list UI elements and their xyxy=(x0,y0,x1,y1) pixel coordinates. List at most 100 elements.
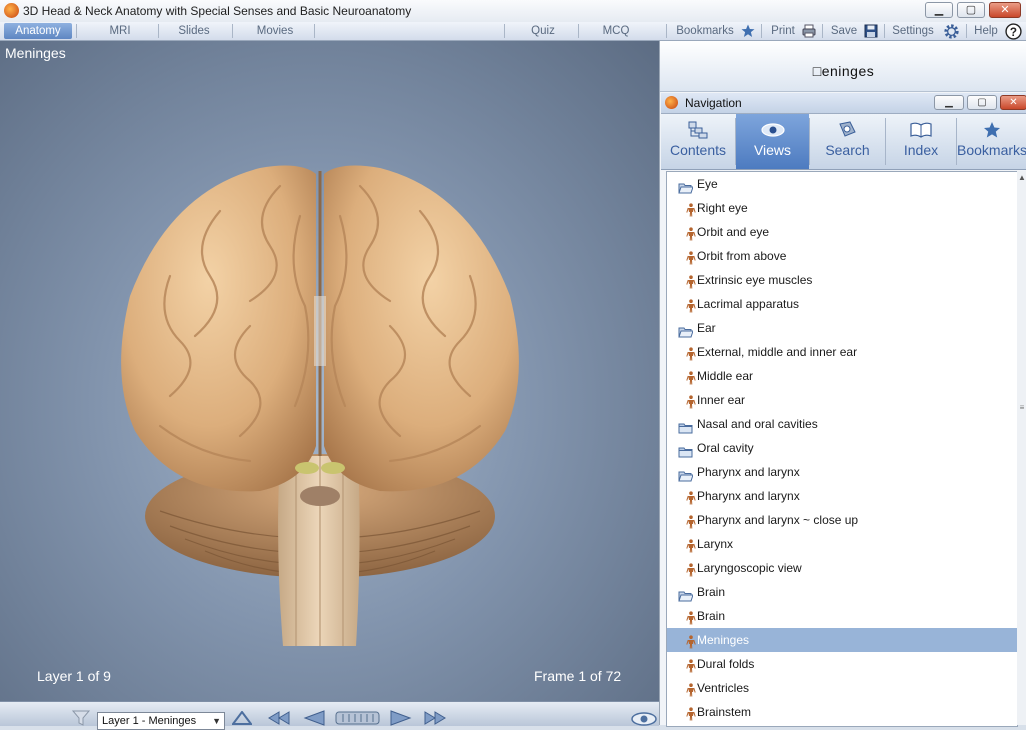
list-item-label: Brain xyxy=(697,585,726,599)
figure-icon xyxy=(686,561,696,577)
view-header-title: □eninges xyxy=(812,63,875,79)
tab-slides[interactable]: Slides xyxy=(160,23,228,39)
playback-toolbar: Layer 1 - Meninges ▼ xyxy=(0,701,659,730)
filter-icon[interactable] xyxy=(72,710,90,726)
figure-icon xyxy=(686,705,696,721)
tab-movies[interactable]: Movies xyxy=(240,23,310,39)
folder-item[interactable]: Brain xyxy=(667,580,1017,604)
book-icon xyxy=(910,122,932,138)
fast-forward-icon[interactable] xyxy=(424,711,446,725)
view-item[interactable]: Right eye xyxy=(667,196,1017,220)
view-item[interactable]: Pharynx and larynx xyxy=(667,484,1017,508)
figure-icon xyxy=(686,225,696,241)
figure-icon xyxy=(686,513,696,529)
list-item-label: Laryngoscopic view xyxy=(697,561,802,575)
tab-views-label: Views xyxy=(753,142,792,158)
window-titlebar: 3D Head & Neck Anatomy with Special Sens… xyxy=(0,0,1026,23)
search-icon xyxy=(838,121,856,137)
maximize-button[interactable]: ▢ xyxy=(957,2,985,18)
nav-maximize-button[interactable]: ▢ xyxy=(967,95,997,110)
play-icon[interactable] xyxy=(390,710,412,726)
figure-icon xyxy=(686,273,696,289)
list-item-label: Brainstem xyxy=(697,705,752,719)
floppy-disk-icon[interactable] xyxy=(864,24,878,38)
view-item[interactable]: Brainstem xyxy=(667,700,1017,724)
brain-model-image[interactable] xyxy=(100,126,540,646)
view-item[interactable]: Meninges xyxy=(667,628,1017,652)
bookmarks-button[interactable]: Bookmarks xyxy=(672,23,738,39)
list-item-label: Extrinsic eye muscles xyxy=(697,273,813,287)
minimize-button[interactable]: ▁ xyxy=(925,2,953,18)
slider-icon[interactable] xyxy=(335,711,380,725)
tab-bookmarks[interactable]: Bookmarks xyxy=(957,114,1026,169)
star-icon[interactable] xyxy=(741,24,755,38)
tab-mri[interactable]: MRI xyxy=(84,23,156,39)
list-item-label: Nasal and oral cavities xyxy=(697,417,818,431)
tab-quiz[interactable]: Quiz xyxy=(512,23,574,39)
list-item-label: Orbit and eye xyxy=(697,225,770,239)
folder-item[interactable]: Oral cavity xyxy=(667,436,1017,460)
view-item[interactable]: Orbit and eye xyxy=(667,220,1017,244)
folder-open-icon xyxy=(678,322,694,338)
view-item[interactable]: Orbit from above xyxy=(667,244,1017,268)
nav-close-button[interactable]: ✕ xyxy=(1000,95,1026,110)
tab-views[interactable]: Views xyxy=(736,114,809,169)
list-item-label: Oral cavity xyxy=(697,441,754,455)
step-back-icon[interactable] xyxy=(303,710,325,726)
scroll-up-icon[interactable]: ▲ xyxy=(1017,173,1026,185)
layer-select[interactable]: Layer 1 - Meninges ▼ xyxy=(97,712,225,730)
tab-index-label: Index xyxy=(903,142,939,158)
view-item[interactable]: Ventricles xyxy=(667,676,1017,700)
menu-divider xyxy=(158,24,159,38)
view-item[interactable]: Middle ear xyxy=(667,364,1017,388)
view-item[interactable]: Larynx xyxy=(667,532,1017,556)
app-logo-icon xyxy=(665,96,678,109)
folder-item[interactable]: Nasal and oral cavities xyxy=(667,412,1017,436)
tab-mcq[interactable]: MCQ xyxy=(586,23,646,39)
view-item[interactable]: Brain xyxy=(667,604,1017,628)
list-item-label: Right eye xyxy=(697,201,748,215)
printer-icon[interactable] xyxy=(802,24,816,38)
save-button[interactable]: Save xyxy=(828,23,860,39)
tab-contents-label: Contents xyxy=(669,142,727,158)
view-item[interactable]: External, middle and inner ear xyxy=(667,340,1017,364)
menu-divider xyxy=(232,24,233,38)
view-item[interactable]: Laryngoscopic view xyxy=(667,556,1017,580)
list-item-label: Ventricles xyxy=(697,681,750,695)
list-item-label: Pharynx and larynx xyxy=(697,465,800,479)
close-button[interactable]: ✕ xyxy=(989,2,1021,18)
up-arrow-icon[interactable] xyxy=(232,711,252,725)
tab-search[interactable]: Search xyxy=(810,114,885,169)
3d-viewport[interactable]: Meninges Layer 1 of 9 Frame 1 of 72 xyxy=(0,41,659,701)
list-item-label: Ear xyxy=(697,321,716,335)
menu-divider xyxy=(504,24,505,38)
views-list[interactable]: Eye Right eye Orbit and eye Orbit from abov… xyxy=(666,171,1018,727)
scrollbar[interactable]: ▲ ≡ xyxy=(1017,171,1026,725)
folder-item[interactable]: Eye xyxy=(667,172,1017,196)
view-item[interactable]: Pharynx and larynx ~ close up xyxy=(667,508,1017,532)
nav-minimize-button[interactable]: ▁ xyxy=(934,95,964,110)
tab-anatomy[interactable]: Anatomy xyxy=(4,23,72,39)
help-icon[interactable]: ? xyxy=(1005,23,1022,40)
list-item-label: Eye xyxy=(697,177,718,191)
view-header: □eninges xyxy=(660,41,1026,92)
view-item[interactable]: Extrinsic eye muscles xyxy=(667,268,1017,292)
gear-icon[interactable] xyxy=(943,23,960,40)
view-item[interactable]: Inner ear xyxy=(667,388,1017,412)
tab-contents[interactable]: Contents xyxy=(661,114,735,169)
navigation-titlebar: Navigation ▁ ▢ ✕ xyxy=(661,93,1026,114)
settings-button[interactable]: Settings xyxy=(888,23,938,39)
view-item[interactable]: Lacrimal apparatus xyxy=(667,292,1017,316)
view-item[interactable]: Dural folds xyxy=(667,652,1017,676)
eye-icon[interactable] xyxy=(630,710,658,726)
help-button[interactable]: Help xyxy=(970,23,1002,39)
folder-item[interactable]: Pharynx and larynx xyxy=(667,460,1017,484)
figure-icon xyxy=(686,489,696,505)
tab-index[interactable]: Index xyxy=(886,114,956,169)
list-item-label: Orbit from above xyxy=(697,249,787,263)
rewind-icon[interactable] xyxy=(268,711,290,725)
folder-item[interactable]: Ear xyxy=(667,316,1017,340)
scroll-grip-icon[interactable]: ≡ xyxy=(1018,403,1026,412)
menu-divider xyxy=(578,24,579,38)
print-button[interactable]: Print xyxy=(766,23,800,39)
